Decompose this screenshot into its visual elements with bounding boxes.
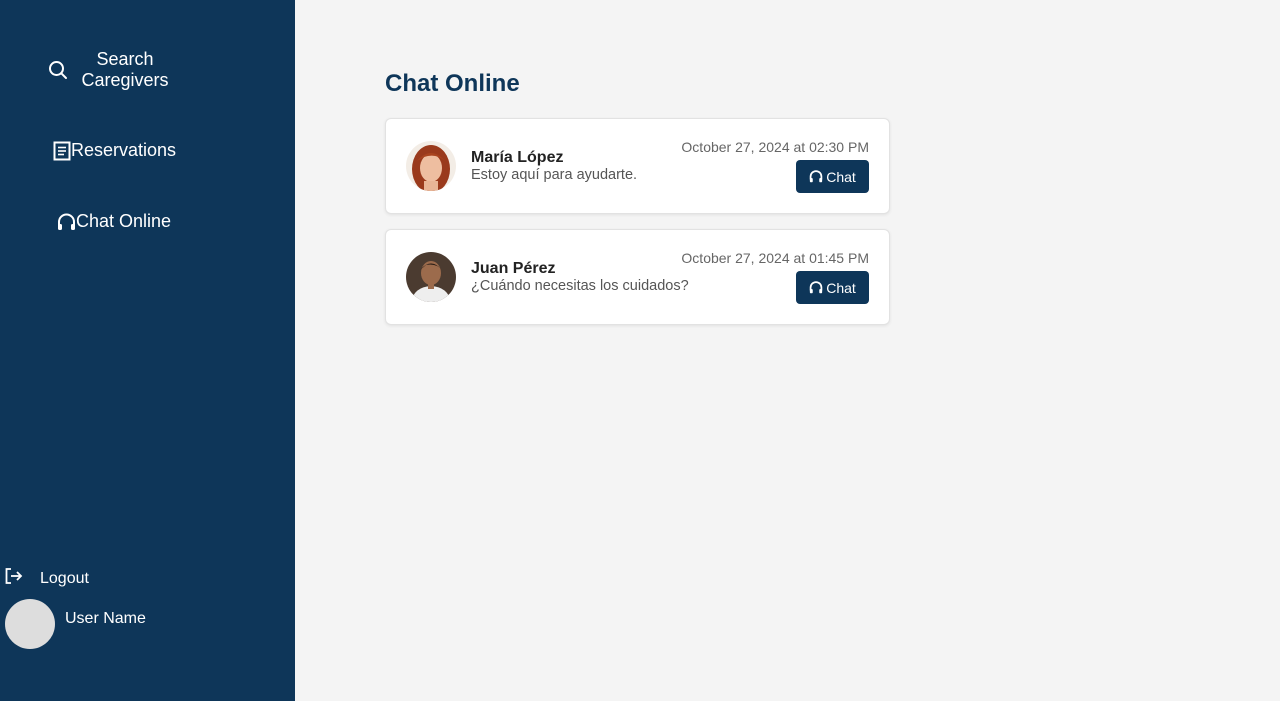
search-icon — [48, 60, 68, 80]
nav-reservations[interactable]: Reservations — [53, 140, 176, 161]
nav-search-caregivers[interactable]: Search Caregivers — [48, 49, 170, 91]
logout-label: Logout — [40, 569, 89, 587]
contact-name: Juan Pérez — [471, 260, 556, 277]
timestamp: October 27, 2024 at 01:45 PM — [681, 250, 869, 266]
nav-chat-online-label: Chat Online — [76, 211, 172, 231]
sidebar: Search Caregivers Reservations Chat Onli… — [0, 0, 295, 701]
chat-button-label: Chat — [826, 168, 856, 185]
last-message: Estoy aquí para ayudarte. — [471, 167, 638, 183]
main-content: Chat Online María López Estoy aquí para … — [295, 0, 1280, 701]
user-profile[interactable]: User Name — [5, 599, 146, 649]
avatar — [5, 599, 55, 649]
nav-search-caregivers-label: Search Caregivers — [81, 49, 169, 90]
headset-icon — [809, 170, 823, 183]
contact-name: María López — [471, 149, 564, 166]
page-title: Chat Online — [385, 70, 520, 97]
nav-reservations-label: Reservations — [71, 140, 177, 160]
logout-icon — [5, 568, 23, 589]
document-icon — [53, 141, 71, 161]
timestamp: October 27, 2024 at 02:30 PM — [681, 139, 869, 155]
contact-photo — [406, 252, 456, 302]
headset-icon — [57, 213, 76, 231]
chat-button-label: Chat — [826, 279, 856, 296]
chat-card: Juan Pérez ¿Cuándo necesitas los cuidado… — [385, 229, 890, 325]
headset-icon — [809, 281, 823, 294]
nav-chat-online[interactable]: Chat Online — [57, 211, 171, 232]
contact-photo — [406, 141, 456, 191]
logout-button[interactable]: Logout — [5, 568, 89, 589]
chat-card: María López Estoy aquí para ayudarte. Oc… — [385, 118, 890, 214]
chat-button[interactable]: Chat — [796, 271, 869, 304]
last-message: ¿Cuándo necesitas los cuidados? — [471, 278, 689, 294]
user-name: User Name — [65, 610, 146, 627]
chat-button[interactable]: Chat — [796, 160, 869, 193]
